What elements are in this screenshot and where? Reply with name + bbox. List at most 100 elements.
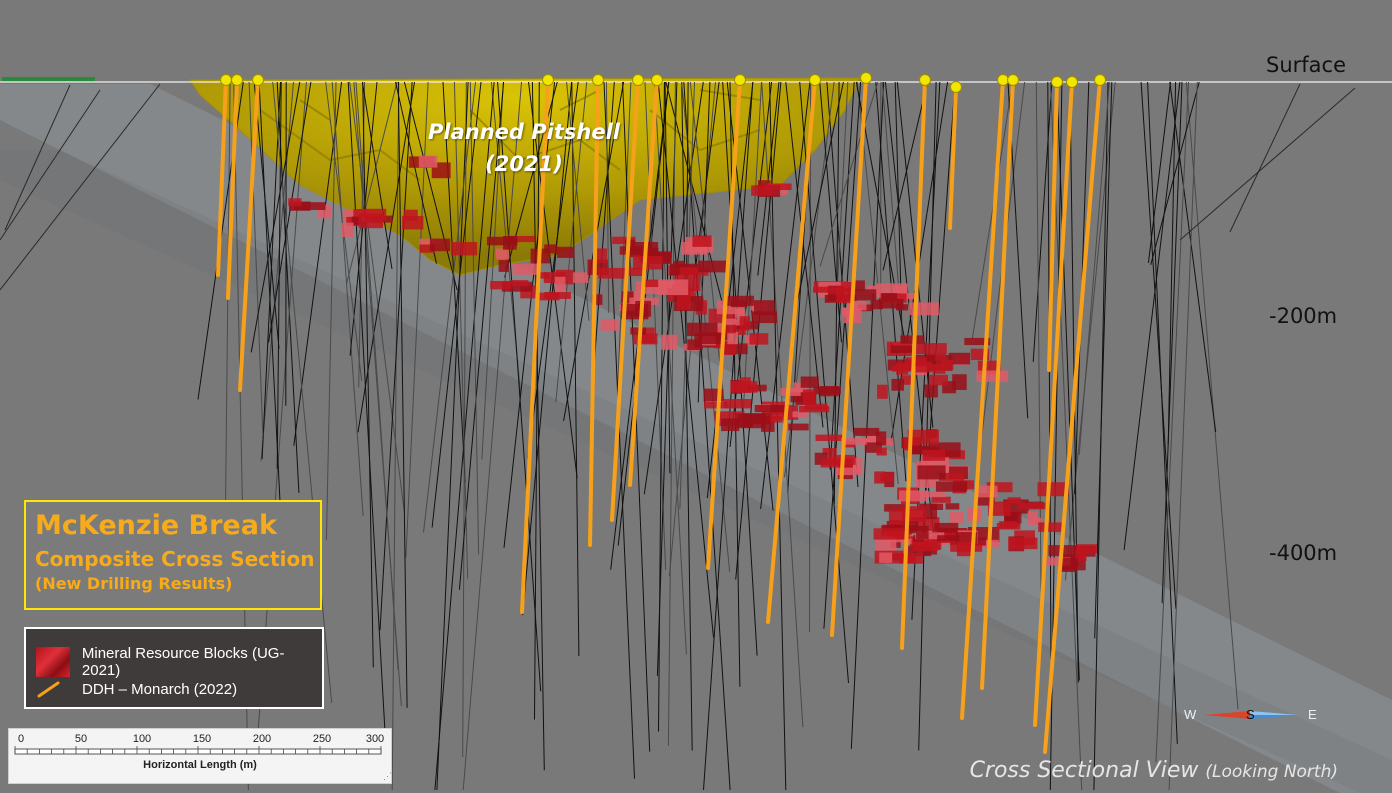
pitshell-label-line1: Planned Pitshell [428, 120, 620, 144]
svg-text:⋰: ⋰ [383, 771, 391, 781]
resource-block [1037, 482, 1069, 497]
resource-block [557, 246, 575, 258]
collar-marker [809, 74, 821, 86]
resource-block [512, 263, 538, 275]
resource-block [363, 208, 387, 222]
ddh-monarch-hole [1047, 80, 1059, 372]
collar-marker [1051, 76, 1063, 88]
pitshell-label-line2: (2021) [485, 152, 563, 176]
scale-tick-label: 250 [312, 733, 332, 745]
resource-block [288, 198, 302, 207]
legend: Mineral Resource Blocks (UG-2021) DDH – … [24, 627, 324, 709]
resource-block [626, 247, 659, 258]
resource-block [950, 511, 964, 524]
view-label: Cross Sectional View (Looking North) [970, 758, 1338, 783]
resource-block [554, 276, 566, 292]
resource-block [945, 503, 960, 510]
collar-marker [997, 74, 1009, 86]
resource-block [450, 242, 478, 256]
resource-block [931, 496, 951, 503]
historic-drillhole [1123, 81, 1181, 551]
resource-block [924, 384, 938, 398]
section-subtitle: Composite Cross Section [35, 547, 315, 571]
resource-block [930, 503, 944, 510]
resource-block [341, 222, 354, 237]
collar-marker [231, 74, 243, 86]
resource-block [937, 535, 960, 542]
resource-block [698, 260, 729, 273]
scale-tick-label: 0 [17, 733, 25, 745]
compass: W S E [1180, 702, 1320, 728]
resource-block [922, 450, 946, 461]
resource-block [730, 300, 748, 308]
resource-block [727, 331, 739, 345]
surface-label: Surface [1266, 53, 1347, 77]
cross-section-view: Surface -200m -400m Planned Pitshell (20… [0, 0, 1392, 793]
resource-block [751, 185, 773, 196]
collar-marker [860, 72, 872, 84]
depth-200m-label: -200m [1269, 304, 1338, 328]
resource-block [677, 295, 691, 310]
resource-block [780, 387, 801, 396]
legend-item-resource-blocks: Mineral Resource Blocks (UG-2021) [36, 645, 322, 679]
resource-block [851, 289, 877, 301]
compass-west: W [1184, 707, 1197, 722]
resource-block [704, 401, 728, 409]
title-box: McKenzie Break Composite Cross Section (… [24, 500, 322, 610]
resource-block [1017, 502, 1046, 510]
legend-label: DDH – Monarch (2022) [82, 680, 238, 698]
resource-block [890, 345, 912, 353]
view-label-sub: (Looking North) [1205, 762, 1338, 782]
resource-block [916, 525, 929, 539]
orange-drillhole-line-icon [37, 681, 60, 698]
resource-block [1008, 537, 1038, 550]
resource-block [403, 209, 418, 221]
resource-block [835, 467, 861, 476]
collar-marker [632, 74, 644, 86]
scale-bar: ⋰ 0 50 100 150 200 250 300 Horizontal Le… [8, 728, 392, 784]
resource-block [632, 333, 658, 345]
resource-block [754, 405, 786, 413]
resource-block [815, 434, 844, 441]
resource-block [908, 302, 939, 316]
resource-block [912, 541, 938, 552]
scale-tick-label: 100 [132, 733, 152, 745]
historic-drillhole [1094, 81, 1113, 639]
resource-block [905, 357, 927, 367]
resource-block [633, 256, 663, 270]
historic-drillhole [1179, 87, 1356, 241]
historic-drillhole [1229, 83, 1301, 233]
resource-block [996, 523, 1021, 530]
resource-block [976, 370, 1009, 382]
collar-marker [1066, 76, 1078, 88]
resource-blocks-swatch-icon [36, 647, 70, 677]
resource-block [749, 333, 769, 345]
collar-marker [919, 74, 931, 86]
resource-block [879, 552, 893, 563]
resource-block [600, 319, 619, 331]
scale-tick-label: 150 [192, 733, 212, 745]
resource-block [819, 386, 839, 397]
resource-block [661, 334, 678, 350]
resource-block [880, 472, 894, 482]
resource-block [915, 343, 947, 354]
resource-block [498, 260, 509, 272]
resource-block [928, 374, 948, 386]
resource-block [721, 418, 740, 432]
resource-block [730, 381, 758, 393]
resource-block [804, 403, 828, 410]
resource-block [896, 304, 908, 311]
collar-marker [592, 74, 604, 86]
compass-south: S [1246, 707, 1255, 722]
historic-drillhole [1169, 81, 1217, 433]
resource-block [877, 384, 888, 399]
resource-block [429, 238, 451, 252]
scale-tick-label: 200 [252, 733, 272, 745]
scale-bar-title: Horizontal Length (m) [143, 759, 257, 771]
resource-block [751, 311, 778, 324]
resource-block [490, 281, 511, 290]
resource-block [899, 490, 927, 502]
resource-block [940, 359, 954, 371]
collar-marker [651, 74, 663, 86]
pitshell-label: Planned Pitshell (2021) [414, 116, 634, 180]
